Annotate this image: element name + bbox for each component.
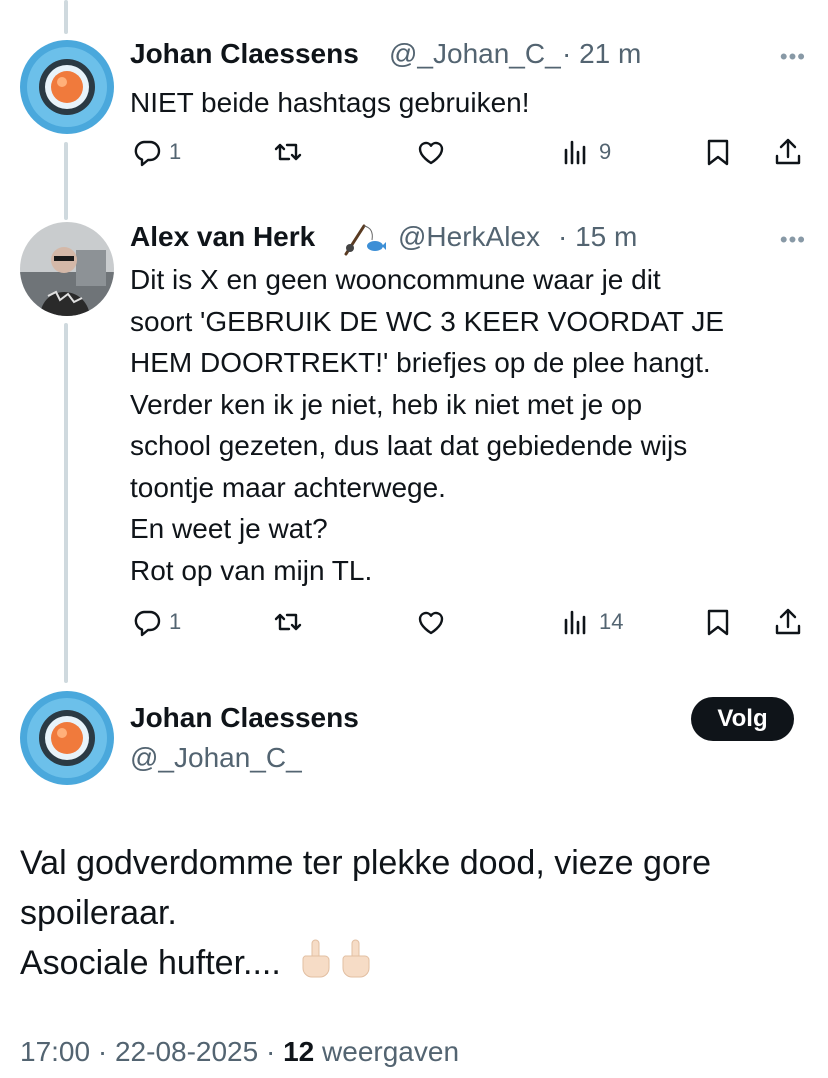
views-count: 12 bbox=[283, 1036, 315, 1067]
separator: · bbox=[97, 1036, 108, 1067]
tweet-time[interactable]: · 21 m bbox=[562, 38, 641, 70]
middle-finger-emoji-icon bbox=[299, 938, 331, 992]
views-count: 9 bbox=[599, 139, 612, 164]
fishing-rod-emoji-icon bbox=[342, 222, 386, 261]
reply-button[interactable]: 1 bbox=[131, 606, 181, 638]
text-line: school gezeten, dus laat dat gebiedende … bbox=[130, 430, 688, 461]
share-icon bbox=[775, 608, 801, 635]
reply-count: 1 bbox=[169, 139, 182, 164]
text-line: spoileraar. bbox=[20, 894, 177, 932]
tweet-time[interactable]: 17:00 bbox=[20, 1036, 90, 1067]
views-button[interactable]: 14 bbox=[561, 606, 623, 638]
text-line-with-emoji: Asociale hufter.... bbox=[20, 938, 711, 992]
avatar-image bbox=[20, 222, 114, 316]
more-options-icon[interactable]: ••• bbox=[780, 227, 806, 253]
thread-line-top bbox=[64, 0, 68, 34]
author-handle[interactable]: @HerkAlex bbox=[398, 221, 540, 253]
text-line: HEM DOORTREKT!' briefjes op de plee hang… bbox=[130, 347, 711, 378]
reply-button[interactable]: 1 bbox=[131, 136, 181, 168]
share-button[interactable] bbox=[772, 136, 804, 168]
separator: · bbox=[265, 1036, 276, 1067]
reply-icon bbox=[134, 610, 161, 637]
avatar-johan[interactable] bbox=[20, 40, 114, 134]
bookmark-icon bbox=[707, 139, 729, 166]
middle-finger-emoji-icon bbox=[339, 938, 371, 992]
avatar-alex[interactable] bbox=[20, 222, 114, 316]
text-line: Dit is X en geen wooncommune waar je dit bbox=[130, 264, 661, 295]
like-button[interactable] bbox=[415, 606, 447, 638]
author-name[interactable]: Alex van Herk bbox=[130, 221, 315, 253]
avatar-image bbox=[20, 40, 114, 134]
text-line: Rot op van mijn TL. bbox=[130, 554, 373, 586]
avatar-image bbox=[20, 691, 114, 785]
tweet-text: NIET beide hashtags gebruiken! bbox=[130, 87, 530, 118]
reply-icon bbox=[134, 140, 161, 167]
analytics-icon bbox=[564, 610, 586, 635]
tweet-text: Dit is X en geen wooncommune waar je dit… bbox=[130, 259, 724, 591]
views-label: weergaven bbox=[322, 1036, 460, 1067]
follow-button[interactable]: Volg bbox=[691, 697, 794, 741]
views-button[interactable]: 9 bbox=[561, 136, 611, 168]
heart-icon bbox=[418, 141, 444, 165]
reply-count: 1 bbox=[169, 609, 182, 634]
text-line: Val godverdomme ter plekke dood, vieze g… bbox=[20, 844, 712, 882]
thread-line-2 bbox=[64, 323, 68, 683]
thread-line-1 bbox=[64, 142, 68, 220]
repost-icon bbox=[274, 613, 302, 631]
author-name[interactable]: Johan Claessens bbox=[130, 38, 359, 70]
tweet-meta: 17:00 · 22-08-2025 · 12 weergaven bbox=[20, 1036, 459, 1068]
text-line: toontje maar achterwege. bbox=[130, 471, 446, 503]
repost-icon bbox=[274, 143, 302, 161]
text-line: Asociale hufter.... bbox=[20, 944, 281, 982]
bookmark-icon bbox=[707, 609, 729, 636]
bookmark-button[interactable] bbox=[702, 136, 734, 168]
views-count: 14 bbox=[599, 609, 624, 634]
tweet-date[interactable]: 22-08-2025 bbox=[115, 1036, 258, 1067]
author-handle[interactable]: @_Johan_C_ bbox=[389, 38, 561, 70]
tweet-time[interactable]: · 15 m bbox=[558, 221, 637, 253]
author-name[interactable]: Johan Claessens bbox=[130, 702, 359, 734]
heart-icon bbox=[418, 611, 444, 635]
text-line: soort 'GEBRUIK DE WC 3 KEER VOORDAT JE bbox=[130, 305, 724, 337]
repost-button[interactable] bbox=[272, 136, 304, 168]
like-button[interactable] bbox=[415, 136, 447, 168]
avatar-johan[interactable] bbox=[20, 691, 114, 785]
bookmark-button[interactable] bbox=[702, 606, 734, 638]
author-handle[interactable]: @_Johan_C_ bbox=[130, 742, 302, 774]
analytics-icon bbox=[564, 140, 586, 165]
share-icon bbox=[775, 138, 801, 165]
text-line: Verder ken ik je niet, heb ik niet met j… bbox=[130, 388, 643, 420]
share-button[interactable] bbox=[772, 606, 804, 638]
text-line: En weet je wat? bbox=[130, 513, 328, 544]
tweet-text: Val godverdomme ter plekke dood, vieze g… bbox=[20, 838, 711, 992]
repost-button[interactable] bbox=[272, 606, 304, 638]
more-options-icon[interactable]: ••• bbox=[780, 44, 806, 70]
